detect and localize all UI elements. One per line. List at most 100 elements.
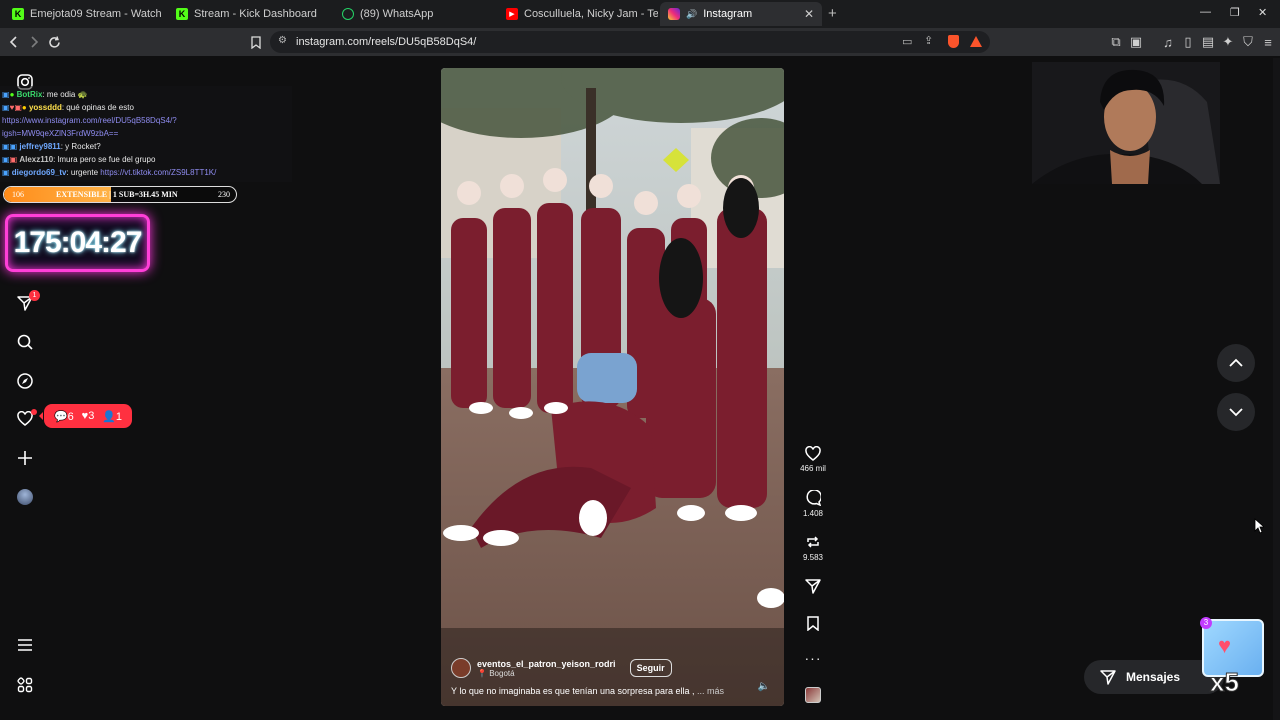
site-info-icon[interactable]: ⚙ [278, 35, 287, 46]
send-icon [1100, 670, 1116, 685]
gift-multiplier: x5 [1210, 667, 1240, 698]
chat-badge-icon: ▣ [2, 90, 10, 99]
tab-youtube[interactable]: ▶ Cosculluela, Nicky Jam - Te Busco (A [498, 2, 658, 26]
share-icon[interactable]: ⇪ [924, 34, 933, 47]
minimize-icon[interactable]: — [1200, 6, 1211, 18]
youtube-icon: ▶ [506, 8, 518, 20]
like-button[interactable]: 466 mil [796, 444, 830, 473]
previous-reel-button[interactable] [1217, 344, 1255, 382]
restore-icon[interactable]: ❐ [1230, 6, 1240, 19]
repost-button[interactable]: 9.583 [796, 533, 830, 562]
chat-badge-icon: ▣ [2, 155, 10, 164]
chat-username: jeffrey9811 [19, 142, 61, 151]
follow-button[interactable]: Seguir [629, 659, 672, 677]
reel-caption-area: eventos_el_patron_yeison_rodri 📍 Bogotá … [451, 658, 773, 696]
search-icon[interactable] [16, 333, 34, 351]
stream-chat-overlay: ▣● BotRix: me odia 🐢 ▣♥▣● yossddd: qué o… [0, 86, 292, 182]
page-scrollbar[interactable] [1273, 58, 1280, 720]
back-icon[interactable] [6, 34, 22, 50]
brave-shield-icon[interactable] [948, 35, 959, 48]
tab-kick-stream[interactable]: K Emejota09 Stream - Watch Live o [4, 2, 164, 26]
subathon-progress-bar: 106 EXTENSIBLE | 1 SUB=3H.45 MIN 230 [3, 186, 237, 203]
reel-video-frame [441, 68, 784, 706]
media-icon[interactable]: ♫ [1160, 34, 1176, 50]
chat-username: Alexz110 [19, 155, 54, 164]
author-info: eventos_el_patron_yeison_rodri 📍 Bogotá [477, 659, 616, 678]
mouse-cursor-icon [1254, 518, 1264, 534]
comment-button[interactable]: 1.408 [796, 489, 830, 518]
share-button[interactable] [796, 577, 830, 595]
comment-count: 1.408 [802, 509, 824, 518]
webcam-image [1032, 62, 1220, 184]
follow-count-icon: 👤1 [102, 410, 123, 423]
wallet-icon[interactable]: ▤ [1200, 34, 1216, 50]
menu-icon[interactable]: ≡ [1260, 34, 1276, 50]
kick-icon: K [12, 8, 24, 20]
audio-thumbnail[interactable] [796, 686, 830, 704]
reel-author-row: eventos_el_patron_yeison_rodri 📍 Bogotá … [451, 658, 773, 678]
more-options-button[interactable]: ··· [796, 649, 830, 667]
forward-icon[interactable] [26, 34, 42, 50]
chat-message: ▣♥▣● yossddd: qué opinas de esto [2, 103, 134, 112]
chat-link[interactable]: igsh=MW9qeXZlN3FrdW9zbA== [2, 127, 290, 140]
author-location[interactable]: 📍 Bogotá [477, 669, 616, 678]
notifications-summary-pill[interactable]: 💬6 ♥3 👤1 [39, 404, 132, 428]
more-menu-icon[interactable] [16, 636, 34, 654]
chevron-up-icon [1229, 358, 1243, 367]
create-plus-icon[interactable] [16, 449, 34, 467]
tab-instagram[interactable]: 🔊 Instagram ✕ [660, 2, 822, 26]
chat-link[interactable]: https://www.instagram.com/reel/DU5qB58Dq… [2, 114, 290, 127]
instagram-icon [668, 8, 680, 20]
tab-bar: K Emejota09 Stream - Watch Live o K Stre… [0, 0, 1280, 28]
close-window-icon[interactable]: ✕ [1258, 6, 1267, 19]
brave-rewards-icon[interactable] [970, 36, 982, 47]
chat-username: diegordo69_tv [11, 168, 67, 177]
reload-icon[interactable] [46, 34, 62, 50]
send-icon [796, 577, 830, 595]
streamer-webcam [1032, 62, 1220, 184]
screenshot-icon[interactable]: ▣ [1128, 34, 1144, 50]
author-username[interactable]: eventos_el_patron_yeison_rodri [477, 659, 616, 669]
comment-count-icon: 💬6 [53, 410, 74, 423]
tab-kick-dashboard[interactable]: K Stream - Kick Dashboard [168, 2, 332, 26]
vpn-icon[interactable]: ⛉ [1240, 34, 1256, 50]
repost-icon [796, 533, 830, 551]
next-reel-button[interactable] [1217, 393, 1255, 431]
more-dots-icon: ··· [804, 650, 822, 666]
url-text[interactable]: instagram.com/reels/DU5qB58DqS4/ [296, 36, 476, 48]
subathon-timer: 175:04:27 [5, 214, 150, 272]
explore-icon[interactable] [16, 372, 34, 390]
caption-more-link[interactable]: ... más [697, 686, 724, 696]
reel-video[interactable]: eventos_el_patron_yeison_rodri 📍 Bogotá … [441, 68, 784, 706]
chat-message: ▣ diegordo69_tv: urgente https://vt.tikt… [2, 168, 217, 177]
kick-icon: K [176, 8, 188, 20]
subathon-right-count: 230 [218, 190, 230, 199]
save-button[interactable] [796, 614, 830, 632]
chat-link[interactable]: https://vt.tiktok.com/ZS9L8TT1K/ [100, 168, 216, 177]
extensions-icon[interactable]: ⧉ [1108, 34, 1124, 50]
chat-badge-icon: ▣ [2, 168, 10, 177]
chat-username: BotRix [16, 90, 43, 99]
direct-messages-icon[interactable]: 1 [16, 290, 40, 312]
chat-message: ▣▣ Alexz110: lmura pero se fue del grupo [2, 155, 156, 164]
location-pin-icon: 📍 [477, 668, 487, 678]
chat-message: ▣▣ jeffrey9811: y Rocket? [2, 142, 101, 151]
tab-whatsapp[interactable]: (89) WhatsApp [334, 2, 498, 26]
address-bar[interactable]: ⚙ instagram.com/reels/DU5qB58DqS4/ ▭ ⇪ [270, 31, 990, 53]
like-count: 466 mil [800, 464, 826, 473]
cast-icon[interactable]: ▭ [902, 35, 912, 48]
sidebar-icon[interactable]: ▯ [1180, 34, 1196, 50]
bookmark-icon[interactable] [248, 34, 264, 50]
direct-badge: 1 [29, 290, 40, 301]
leo-ai-icon[interactable]: ✦ [1220, 34, 1236, 50]
also-from-meta-icon[interactable] [16, 676, 34, 694]
close-tab-icon[interactable]: ✕ [804, 7, 814, 21]
like-count-icon: ♥3 [81, 410, 95, 422]
volume-icon[interactable]: 🔈 [758, 681, 770, 692]
new-tab-button[interactable]: + [828, 5, 837, 22]
notifications-heart-icon[interactable] [16, 409, 37, 428]
author-avatar[interactable] [451, 658, 471, 678]
profile-avatar[interactable] [16, 488, 34, 506]
bookmark-save-icon [796, 614, 830, 632]
chat-message: ▣● BotRix: me odia 🐢 [2, 90, 88, 99]
